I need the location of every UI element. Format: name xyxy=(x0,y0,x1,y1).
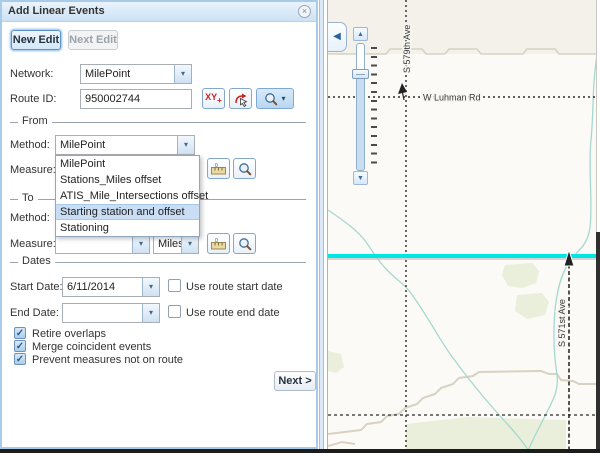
dropdown-arrow-icon[interactable]: ▾ xyxy=(181,235,198,253)
from-measure-ruler-button[interactable]: 0 xyxy=(207,158,230,179)
merge-coincident-events-checkbox[interactable]: ✓ xyxy=(14,340,26,352)
use-route-start-date-label: Use route start date xyxy=(186,281,283,293)
dropdown-arrow-icon[interactable]: ▾ xyxy=(177,136,194,154)
park-area xyxy=(515,293,549,319)
park-area xyxy=(502,263,539,288)
to-measure-combobox[interactable]: ▾ xyxy=(55,234,150,254)
use-route-start-date-checkbox[interactable] xyxy=(168,279,181,292)
from-method-value: MilePoint xyxy=(56,136,177,154)
dropdown-arrow-icon[interactable]: ▾ xyxy=(132,235,149,253)
from-method-combobox[interactable]: MilePoint ▾ xyxy=(55,135,195,155)
dropdown-item-atis-mile-intersections-offset[interactable]: ATIS_Mile_Intersections offset xyxy=(56,188,199,204)
select-route-icon xyxy=(233,91,249,107)
from-measure-search-button[interactable] xyxy=(233,158,256,179)
park-area xyxy=(328,351,344,373)
network-value: MilePoint xyxy=(81,65,174,83)
stream-line xyxy=(328,210,529,449)
map-viewport[interactable]: S 579th Ave W Luhman Rd S 571st Ave ◀ ▲ … xyxy=(327,0,596,449)
map-upper-land xyxy=(328,0,597,54)
collapse-left-icon: ◀ xyxy=(333,31,341,42)
to-units-value: Miles xyxy=(154,235,181,253)
ruler-icon: 0 xyxy=(210,162,227,176)
intersection-arrowhead-icon xyxy=(398,83,407,94)
end-date-label: End Date: xyxy=(10,307,59,319)
to-units-combobox[interactable]: Miles ▾ xyxy=(153,234,199,254)
dropdown-item-stationing[interactable]: Stationing xyxy=(56,220,199,236)
road-label-s-579th-ave: S 579th Ave xyxy=(402,25,412,73)
panel-title: Add Linear Events xyxy=(8,5,105,17)
close-icon[interactable]: × xyxy=(298,5,311,18)
xy-coordinates-button[interactable]: XY+ xyxy=(202,88,225,109)
zoom-slider-ticks xyxy=(371,47,377,170)
search-icon xyxy=(238,237,252,251)
from-legend: From xyxy=(18,115,52,127)
map-canvas[interactable]: S 579th Ave W Luhman Rd S 571st Ave xyxy=(328,0,597,449)
to-measure-search-button[interactable] xyxy=(233,233,256,254)
use-route-end-date-label: Use route end date xyxy=(186,307,280,319)
dropdown-arrow-icon[interactable]: ▾ xyxy=(142,278,159,296)
search-icon xyxy=(238,162,252,176)
prevent-measures-checkbox[interactable]: ✓ xyxy=(14,353,26,365)
from-measure-label: Measure: xyxy=(10,164,56,176)
search-route-split-button[interactable]: ▾ xyxy=(256,88,294,109)
prevent-measures-label: Prevent measures not on route xyxy=(32,354,183,366)
retire-overlaps-label: Retire overlaps xyxy=(32,328,106,340)
next-button[interactable]: Next > xyxy=(274,371,316,391)
panel-header: Add Linear Events × xyxy=(2,2,316,22)
panel-collapse-tab[interactable]: ◀ xyxy=(328,22,347,52)
start-date-value: 6/11/2014 xyxy=(63,278,142,296)
select-route-on-map-button[interactable] xyxy=(229,88,252,109)
zoom-slider-handle[interactable] xyxy=(352,69,369,79)
xy-icon: XY+ xyxy=(205,93,222,105)
method-dropdown-list: MilePoint Stations_Miles offset ATIS_Mil… xyxy=(55,155,200,237)
road-label-s-571st-ave: S 571st Ave xyxy=(557,299,567,347)
to-measure-ruler-button[interactable]: 0 xyxy=(207,233,230,254)
end-date-value xyxy=(63,304,142,322)
start-date-combobox[interactable]: 6/11/2014 ▾ xyxy=(62,277,160,297)
application-window: Add Linear Events × New Edit Next Edit N… xyxy=(0,0,600,457)
to-method-label: Method: xyxy=(10,212,50,224)
zoom-down-icon: ▼ xyxy=(357,175,364,182)
network-label: Network: xyxy=(10,68,53,80)
dropdown-arrow-icon[interactable]: ▾ xyxy=(174,65,191,83)
to-legend: To xyxy=(18,192,38,204)
window-right-edge-dark xyxy=(596,232,600,449)
start-date-label: Start Date: xyxy=(10,281,63,293)
window-right-edge xyxy=(596,0,600,232)
zoom-slider-track[interactable] xyxy=(356,43,365,171)
route-id-input[interactable] xyxy=(80,89,192,109)
road-label-w-luhman-rd: W Luhman Rd xyxy=(423,93,481,103)
merge-coincident-events-label: Merge coincident events xyxy=(32,341,151,353)
dropdown-item-stations-miles-offset[interactable]: Stations_Miles offset xyxy=(56,172,199,188)
add-linear-events-panel: Add Linear Events × New Edit Next Edit N… xyxy=(0,0,318,449)
zoom-in-button[interactable]: ▲ xyxy=(353,27,368,41)
end-date-combobox[interactable]: ▾ xyxy=(62,303,160,323)
network-combobox[interactable]: MilePoint ▾ xyxy=(80,64,192,84)
trail-path xyxy=(328,442,355,446)
new-edit-button[interactable]: New Edit xyxy=(11,30,61,50)
zoom-out-button[interactable]: ▼ xyxy=(353,171,368,185)
dropdown-item-milepoint[interactable]: MilePoint xyxy=(56,156,199,172)
from-method-label: Method: xyxy=(10,139,50,151)
dropdown-arrow-icon[interactable]: ▾ xyxy=(281,94,285,103)
ruler-icon: 0 xyxy=(210,237,227,251)
dropdown-arrow-icon[interactable]: ▾ xyxy=(142,304,159,322)
search-icon xyxy=(264,92,278,106)
from-section-line xyxy=(10,122,306,123)
stream-line xyxy=(528,55,597,449)
use-route-end-date-checkbox[interactable] xyxy=(168,305,181,318)
zoom-up-icon: ▲ xyxy=(357,31,364,38)
to-measure-label: Measure: xyxy=(10,238,56,250)
dates-legend: Dates xyxy=(18,255,55,267)
window-bottom-border xyxy=(0,449,600,453)
panel-splitter[interactable] xyxy=(319,0,324,449)
next-edit-button[interactable]: Next Edit xyxy=(68,30,118,50)
dropdown-item-starting-station-and-offset[interactable]: Starting station and offset xyxy=(56,204,199,220)
route-id-label: Route ID: xyxy=(10,93,56,105)
retire-overlaps-checkbox[interactable]: ✓ xyxy=(14,327,26,339)
